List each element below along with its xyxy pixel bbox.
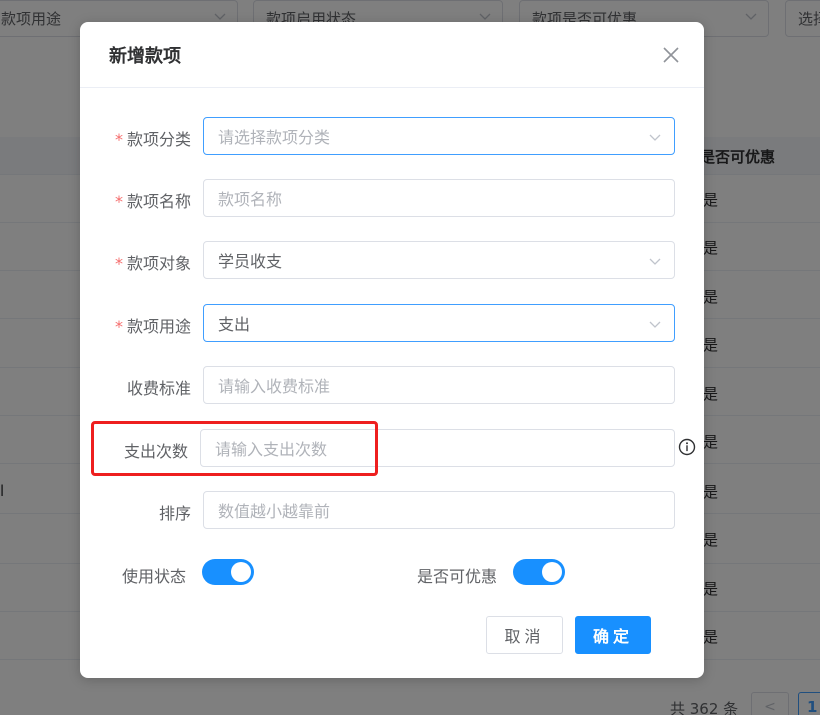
fee-standard-label: 收费标准 [126,379,191,398]
close-icon[interactable] [660,44,682,66]
expense-count-placeholder: 请输入支出次数 [215,440,328,459]
dialog-title: 新增款项 [109,46,181,67]
chevron-down-icon [649,134,661,141]
dialog-header: 新增款项 [80,22,704,88]
required-mark: * [114,317,123,336]
sort-input[interactable]: 数值越小越靠前 [203,491,675,529]
switch-knob [231,562,251,582]
form-row-fee-standard: 收费标准 请输入收费标准 [80,366,704,404]
target-label: * 款项对象 [114,254,191,273]
chevron-down-icon [649,321,661,328]
sort-placeholder: 数值越小越靠前 [218,502,331,521]
usage-select[interactable]: 支出 [203,304,675,342]
confirm-button[interactable]: 确定 [575,616,651,654]
discount-switch[interactable] [513,559,565,585]
form-row-expense-count: 支出次数 请输入支出次数 [80,429,704,467]
sort-label: 排序 [158,504,191,523]
form-row-name: * 款项名称 款项名称 [80,179,704,217]
name-placeholder: 款项名称 [218,190,283,209]
fee-standard-placeholder: 请输入收费标准 [218,377,331,396]
fee-standard-input[interactable]: 请输入收费标准 [203,366,675,404]
name-input[interactable]: 款项名称 [203,179,675,217]
target-select[interactable]: 学员收支 [203,241,675,279]
form-row-sort: 排序 数值越小越靠前 [80,491,704,529]
category-select[interactable]: 请选择款项分类 [203,117,675,155]
target-value: 学员收支 [218,252,283,271]
expense-count-label: 支出次数 [123,442,188,461]
discount-switch-label: 是否可优惠 [417,567,498,586]
chevron-down-icon [649,258,661,265]
required-mark: * [114,130,123,149]
name-label: * 款项名称 [114,192,191,211]
usage-label: * 款项用途 [114,317,191,336]
expense-count-input[interactable]: 请输入支出次数 [200,429,675,467]
category-placeholder: 请选择款项分类 [218,128,331,147]
category-label: * 款项分类 [114,130,191,149]
usage-value: 支出 [218,315,251,334]
required-mark: * [114,254,123,273]
status-switch-label: 使用状态 [122,567,187,586]
info-icon[interactable] [678,438,696,456]
form-row-usage: * 款项用途 支出 [80,304,704,342]
required-mark: * [114,192,123,211]
status-switch[interactable] [202,559,254,585]
cancel-button[interactable]: 取消 [486,616,563,654]
form-row-target: * 款项对象 学员收支 [80,241,704,279]
form-row-category: * 款项分类 请选择款项分类 [80,117,704,155]
add-item-dialog: 新增款项 * 款项分类 请选择款项分类 * 款项名称 款项名称 * 款项对象 学员收支… [80,22,704,678]
switch-knob [542,562,562,582]
